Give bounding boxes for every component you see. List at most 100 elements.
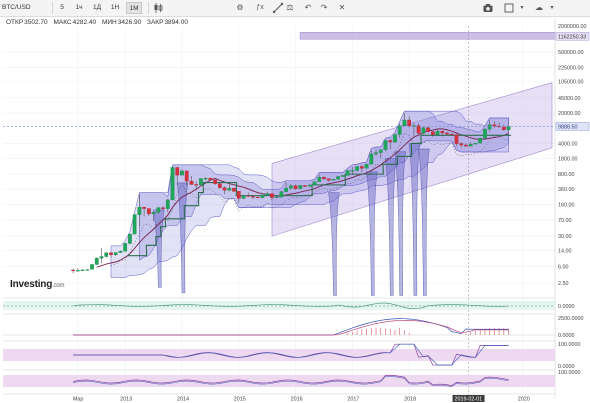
candle-down [445,132,449,135]
candle-up [80,269,85,271]
price-axis-label: 160.00 [558,202,575,208]
logo-main: Investing [10,279,53,290]
price-axis-label: 1800.00 [558,157,578,163]
macd-line [73,318,509,336]
candle-up [113,252,118,255]
time-axis-label: 2016 [291,397,303,403]
candle-down [184,170,189,182]
pane-axis-label: 2500.0000 [558,316,583,322]
candle-up [274,196,279,199]
candle-up [279,191,284,198]
candle-up [75,270,80,272]
candle-down [213,179,217,184]
candle-up [118,251,123,253]
candle-up [156,207,161,213]
candle-down [416,125,421,134]
candle-up [123,243,128,252]
candle-down [217,183,222,188]
candle-up [312,181,317,186]
candle-down [236,191,241,199]
time-axis-label: 2017 [347,397,359,403]
price-axis-label: 2000000.00 [558,24,586,30]
price-axis-label: 6.00 [558,265,569,271]
candle-down [459,143,464,146]
time-axis-label: 2018 [404,397,416,403]
candle-down [232,188,236,192]
candle-up [90,264,94,270]
candle-up [374,152,378,155]
candle-down [359,166,364,169]
price-axis-label: 1162250.33 [558,34,586,40]
candle-down [142,206,146,209]
candle-down [270,193,274,198]
candle-down [326,178,331,181]
candle-up [128,233,132,244]
candle-up [151,212,156,215]
candle-down [501,126,506,130]
candle-up [284,188,288,192]
pane-axis-label: 100.0000 [558,370,580,376]
candle-down [146,208,151,215]
candle-down [246,195,251,197]
time-axis-label: Мар [73,397,84,403]
candle-up [132,214,137,235]
time-axis-label: 2019-02-01 [455,397,483,403]
candle-up [288,185,293,189]
candle-down [109,252,113,255]
candle-down [303,185,307,187]
pane-axis-label: 0.0000 [558,333,575,339]
candle-up [345,170,350,176]
candle-down [440,131,445,134]
candle-down [322,177,326,179]
candle-up [468,143,473,147]
candle-up [350,170,355,172]
price-chart[interactable]: 2000000.00 1162250.33 500000.00 225000.00 10… [0,0,590,403]
candle-up [331,179,336,181]
candle-down [194,184,199,186]
price-axis-label: 360.00 [558,187,575,193]
candle-up [241,195,246,199]
candle-down [449,133,454,136]
candle-down [293,185,298,189]
candle-up [393,134,397,143]
top-marker-bar [299,32,556,40]
candle-up [203,178,208,180]
candle-up [341,175,345,177]
candle-up [473,142,478,145]
candle-up [478,138,483,144]
candle-down [189,180,194,185]
candle-down [251,196,255,198]
candle-up [227,188,232,191]
candle-down [175,167,180,176]
candle-up [336,176,341,180]
candle-up [180,170,184,176]
price-axis-label: 9888.50 [558,124,578,130]
macd-signal-line [73,319,509,336]
candle-down [71,269,75,271]
candle-up [364,163,369,169]
candle-up [94,258,99,265]
candle-up [435,131,440,135]
time-axis-label: 2014 [177,397,189,403]
candle-up [355,166,359,171]
price-axis-label: 20000.00 [558,111,580,117]
candle-down [454,134,459,144]
candle-up [307,184,312,187]
price-axis-label: 4000.00 [558,142,578,148]
candle-down [407,119,412,126]
time-axis-label: 2015 [234,397,246,403]
candle-up [85,269,90,271]
candle-up [383,140,388,150]
price-axis-label: 2.50 [558,281,569,287]
candle-up [104,252,109,257]
pane-axis-label: 100.0000 [558,342,580,348]
candle-down [255,196,260,199]
candle-up [265,193,270,196]
candle-up [298,185,303,189]
time-axis-label: 2020 [518,397,530,403]
price-axis-label: 30.00 [558,234,572,240]
pane-axis-label: 0.0000 [558,304,575,310]
candle-up [421,127,426,134]
price-axis-label: 800.00 [558,172,575,178]
candle-down [161,207,165,209]
